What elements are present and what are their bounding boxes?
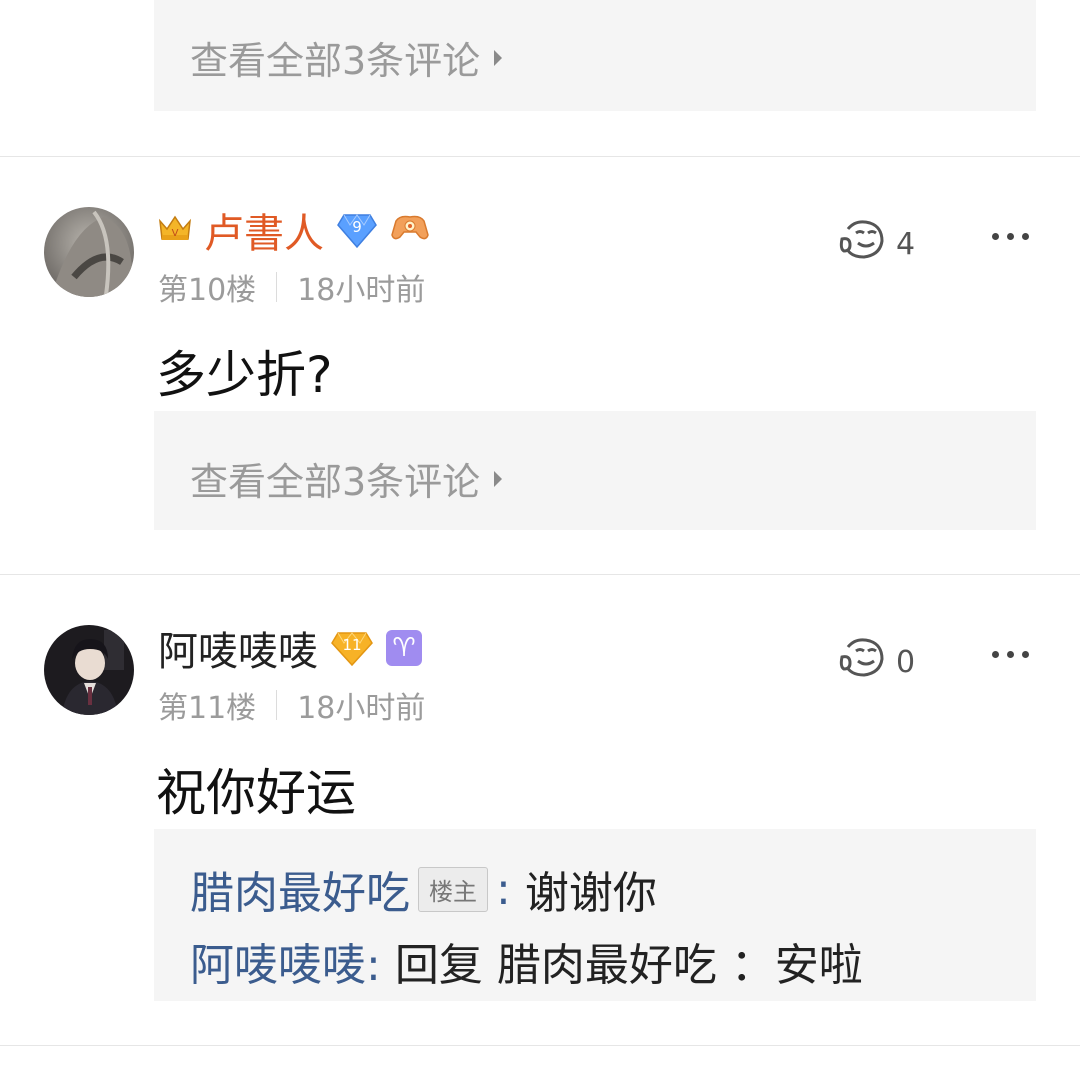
reply-text: 谢谢你 — [524, 868, 657, 919]
post-time: 18小时前 — [297, 273, 426, 308]
game-controller-icon — [390, 213, 430, 247]
comment-post: V 卢書人 9 第10楼 18小时前 4 多少折? 查看全部3条评论 — [0, 157, 1080, 575]
floor-label: 第10楼 — [158, 273, 257, 308]
more-options-icon[interactable] — [992, 233, 1029, 240]
username[interactable]: 卢書人 — [204, 201, 324, 259]
user-line: V 卢書人 9 — [158, 201, 430, 259]
meta-separator — [276, 690, 278, 720]
post-meta: 第11楼 18小时前 — [158, 683, 425, 727]
more-options-icon[interactable] — [992, 651, 1029, 658]
svg-text:V: V — [172, 228, 179, 239]
reply-author[interactable]: 腊肉最好吃 — [190, 857, 410, 921]
chevron-right-icon — [494, 470, 503, 487]
user-line: 阿唛唛唛 11 ♈ — [158, 619, 422, 677]
avatar[interactable] — [44, 207, 134, 297]
meta-separator — [276, 272, 278, 302]
comment-post: 阿唛唛唛 11 ♈ 第11楼 18小时前 0 祝你好运 腊肉最好吃 楼主: 谢… — [0, 575, 1080, 1045]
post-time: 18小时前 — [297, 691, 426, 726]
post-content: 多少折? — [156, 346, 333, 404]
level-number: 9 — [352, 218, 362, 236]
floor-label: 第11楼 — [158, 691, 257, 726]
like-face-icon — [838, 217, 888, 271]
view-all-label: 查看全部3条评论 — [190, 39, 481, 83]
reply-preview-box[interactable]: 查看全部3条评论 — [154, 0, 1036, 111]
avatar[interactable] — [44, 625, 134, 715]
reply-text: 回复 腊肉最好吃 ：安啦 — [394, 940, 863, 991]
reply-preview-box[interactable]: 查看全部3条评论 — [154, 411, 1036, 530]
reply-item[interactable]: 阿唛唛唛: 回复 腊肉最好吃 ：安啦 — [190, 929, 863, 993]
avatar-image — [44, 207, 134, 297]
like-face-icon — [838, 635, 888, 689]
like-count: 0 — [896, 644, 916, 680]
divider — [0, 1045, 1080, 1046]
view-all-comments-link[interactable]: 查看全部3条评论 — [190, 30, 503, 85]
avatar-image — [44, 625, 134, 715]
thread-owner-tag: 楼主 — [418, 866, 488, 912]
thread-page: 查看全部3条评论 V 卢書人 9 第10楼 18小时前 4 多少折? 查看全部3… — [0, 0, 1080, 1080]
reply-colon: : — [496, 863, 511, 915]
like-button[interactable]: 0 — [838, 635, 915, 689]
username[interactable]: 阿唛唛唛 — [158, 619, 318, 677]
level-diamond-icon: 9 — [336, 211, 378, 249]
chevron-right-icon — [494, 49, 503, 66]
crown-icon: V — [158, 213, 192, 247]
post-meta: 第10楼 18小时前 — [158, 265, 425, 309]
like-button[interactable]: 4 — [838, 217, 915, 271]
level-number: 11 — [342, 636, 362, 654]
like-count: 4 — [896, 226, 916, 262]
level-diamond-icon: 11 — [330, 629, 374, 667]
aries-zodiac-icon: ♈ — [386, 630, 422, 666]
reply-preview-box[interactable]: 腊肉最好吃 楼主 : 谢谢你 阿唛唛唛: 回复 腊肉最好吃 ：安啦 — [154, 829, 1036, 1001]
view-all-comments-link[interactable]: 查看全部3条评论 — [190, 451, 503, 506]
reply-item[interactable]: 腊肉最好吃 楼主 : 谢谢你 — [190, 857, 657, 921]
view-all-label: 查看全部3条评论 — [190, 460, 481, 504]
reply-author[interactable]: 阿唛唛唛: — [190, 929, 381, 993]
post-content: 祝你好运 — [156, 764, 356, 822]
